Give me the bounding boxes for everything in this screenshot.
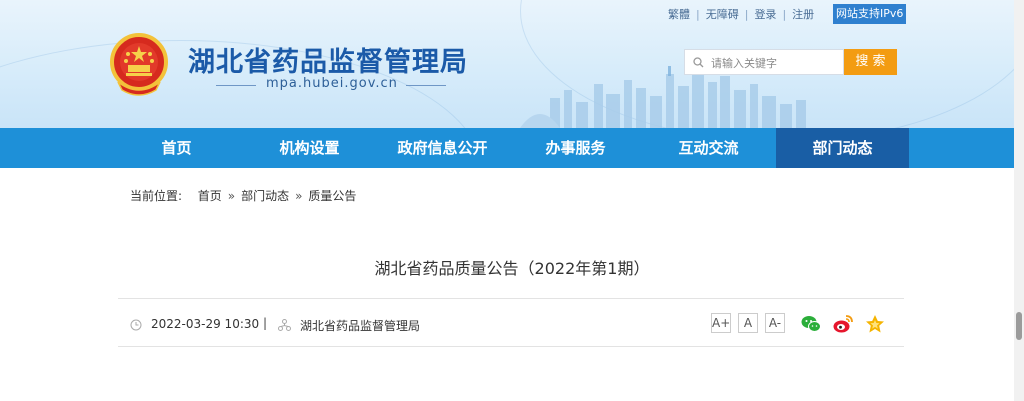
weibo-icon[interactable] (832, 313, 854, 335)
breadcrumb-home[interactable]: 首页 (198, 189, 222, 203)
divider (118, 298, 904, 299)
separator: | (696, 8, 700, 21)
nav-item-interaction[interactable]: 互动交流 (642, 128, 775, 168)
nav-item-organization[interactable]: 机构设置 (243, 128, 376, 168)
clock-icon (130, 319, 142, 331)
main-nav: 首页 机构设置 政府信息公开 办事服务 互动交流 部门动态 (0, 128, 1024, 168)
top-links: 繁體 | 无障碍 | 登录 | 注册 (668, 6, 814, 24)
ipv6-badge: 网站支持IPv6 (833, 4, 907, 24)
separator: | (744, 8, 749, 21)
traditional-chinese-link[interactable]: 繁體 (668, 8, 690, 21)
article-source: 湖北省药品监督管理局 (300, 319, 421, 333)
search-input[interactable] (709, 53, 843, 73)
accessibility-link[interactable]: 无障碍 (706, 8, 739, 21)
national-emblem-icon (110, 33, 168, 96)
register-link[interactable]: 注册 (792, 8, 814, 21)
search-button[interactable]: 搜 索 (844, 49, 897, 75)
nav-item-services[interactable]: 办事服务 (509, 128, 642, 168)
scrollbar[interactable] (1014, 0, 1024, 401)
nav-item-government-info[interactable]: 政府信息公开 (376, 128, 509, 168)
divider (118, 346, 904, 347)
site-header: 湖北省药品监督管理局 mpa.hubei.gov.cn 繁體 | 无障碍 | 登录 | 注册… (0, 0, 1024, 128)
meta-separator: | (263, 316, 268, 330)
wechat-icon[interactable] (800, 313, 822, 335)
separator: | (782, 8, 787, 21)
site-domain: mpa.hubei.gov.cn (266, 76, 398, 91)
font-size-decrease-button[interactable]: A- (765, 313, 785, 333)
publish-date: 2022-03-29 10:30 (151, 317, 260, 331)
breadcrumb-prefix: 当前位置: (130, 189, 183, 203)
search-box (684, 49, 844, 75)
organization-icon (278, 319, 291, 331)
breadcrumb-separator: » (295, 189, 303, 203)
decorative-line (216, 85, 256, 86)
login-link[interactable]: 登录 (754, 8, 776, 21)
breadcrumb-separator: » (227, 189, 236, 203)
nav-item-home[interactable]: 首页 (110, 128, 243, 168)
search-icon (693, 57, 704, 68)
site-title: 湖北省药品监督管理局 (188, 47, 468, 78)
breadcrumb-quality-notice[interactable]: 质量公告 (308, 189, 356, 203)
nav-item-department-news[interactable]: 部门动态 (776, 128, 909, 168)
font-size-default-button[interactable]: A (738, 313, 758, 333)
article-title: 湖北省药品质量公告（2022年第1期） (374, 259, 650, 278)
decorative-line (406, 85, 446, 86)
scrollbar-thumb[interactable] (1016, 312, 1022, 340)
breadcrumb: 当前位置: 首页 » 部门动态 » 质量公告 (130, 187, 356, 204)
favorite-star-icon[interactable] (864, 313, 886, 335)
site-domain-row: mpa.hubei.gov.cn (216, 76, 446, 96)
font-size-increase-button[interactable]: A+ (711, 313, 731, 333)
breadcrumb-department-news[interactable]: 部门动态 (241, 189, 289, 203)
